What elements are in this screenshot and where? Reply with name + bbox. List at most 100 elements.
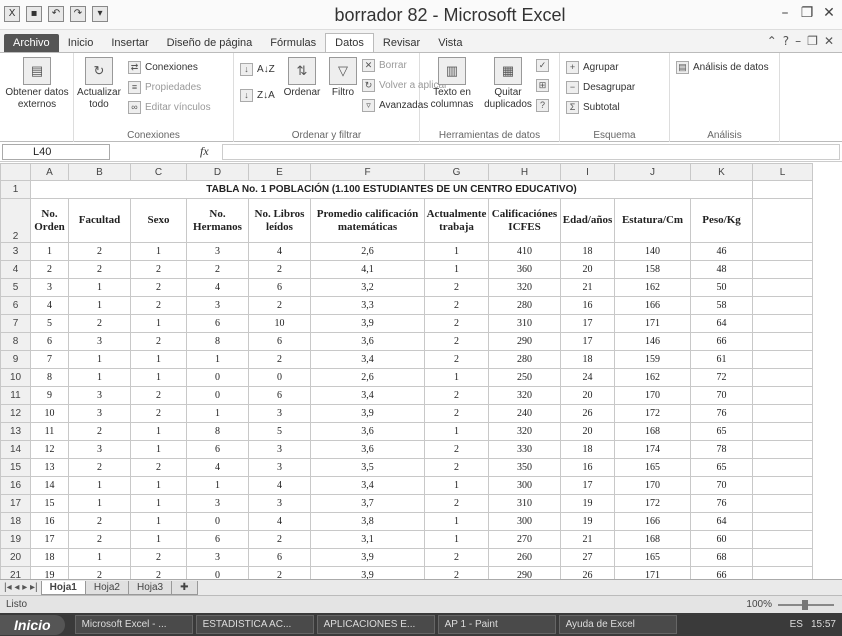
data-cell[interactable]: 65 xyxy=(690,422,753,441)
data-cell[interactable]: 174 xyxy=(614,440,691,459)
data-cell[interactable]: 2 xyxy=(68,566,131,579)
properties-button[interactable]: ≡ Propiedades xyxy=(128,81,201,94)
tab-revisar[interactable]: Revisar xyxy=(374,34,429,52)
clear-filter-button[interactable]: ✕ Borrar xyxy=(362,59,407,72)
data-cell[interactable]: 6 xyxy=(186,314,249,333)
data-cell[interactable]: 3 xyxy=(248,404,311,423)
data-cell[interactable]: 2 xyxy=(424,386,489,405)
data-cell[interactable]: 68 xyxy=(690,548,753,567)
data-cell[interactable]: 1 xyxy=(68,548,131,567)
data-cell[interactable]: 1 xyxy=(424,242,489,261)
data-cell[interactable]: 24 xyxy=(560,368,615,387)
data-cell[interactable]: 162 xyxy=(614,368,691,387)
data-cell[interactable]: 26 xyxy=(560,566,615,579)
empty-cell[interactable] xyxy=(752,278,813,297)
row-header[interactable]: 14 xyxy=(0,440,31,459)
data-cell[interactable]: 16 xyxy=(30,512,69,531)
data-cell[interactable]: 166 xyxy=(614,296,691,315)
close-workbook-icon[interactable]: ✕ xyxy=(824,34,834,48)
row-header[interactable]: 20 xyxy=(0,548,31,567)
data-cell[interactable]: 70 xyxy=(690,386,753,405)
data-cell[interactable]: 350 xyxy=(488,458,561,477)
sheet-tab-hoja1[interactable]: Hoja1 xyxy=(40,580,86,595)
data-cell[interactable]: 4 xyxy=(186,278,249,297)
column-title[interactable]: No. Orden xyxy=(30,198,69,243)
what-if-button[interactable]: ? xyxy=(536,99,549,112)
sort-desc-button[interactable]: ↓ Z↓A xyxy=(240,89,275,102)
data-cell[interactable]: 1 xyxy=(68,278,131,297)
data-cell[interactable]: 2 xyxy=(424,440,489,459)
data-cell[interactable]: 26 xyxy=(560,404,615,423)
data-cell[interactable]: 165 xyxy=(614,458,691,477)
data-cell[interactable]: 2 xyxy=(68,242,131,261)
data-cell[interactable]: 20 xyxy=(560,386,615,405)
data-cell[interactable]: 330 xyxy=(488,440,561,459)
column-header-i[interactable]: I xyxy=(560,163,615,181)
data-cell[interactable]: 2,6 xyxy=(310,242,425,261)
data-cell[interactable]: 170 xyxy=(614,386,691,405)
task-estadistica[interactable]: ESTADISTICA AC... xyxy=(195,615,314,634)
data-cell[interactable]: 5 xyxy=(248,422,311,441)
data-cell[interactable]: 3 xyxy=(68,386,131,405)
data-cell[interactable]: 48 xyxy=(690,260,753,279)
data-cell[interactable]: 1 xyxy=(424,530,489,549)
data-cell[interactable]: 2,6 xyxy=(310,368,425,387)
data-cell[interactable]: 1 xyxy=(186,476,249,495)
tab-insertar[interactable]: Insertar xyxy=(102,34,157,52)
data-validation-button[interactable]: ✓ xyxy=(536,59,549,72)
row-header[interactable]: 2 xyxy=(0,198,31,243)
sheet-nav-icons[interactable]: |◂ ◂ ▸ ▸| xyxy=(0,582,42,593)
task-excel-help[interactable]: Ayuda de Excel xyxy=(558,615,677,634)
data-cell[interactable]: 2 xyxy=(424,314,489,333)
data-cell[interactable]: 4 xyxy=(248,476,311,495)
data-cell[interactable]: 8 xyxy=(30,368,69,387)
data-cell[interactable]: 2 xyxy=(424,332,489,351)
data-cell[interactable]: 2 xyxy=(424,494,489,513)
data-cell[interactable]: 64 xyxy=(690,314,753,333)
data-cell[interactable]: 17 xyxy=(30,530,69,549)
empty-cell[interactable] xyxy=(752,548,813,567)
remove-duplicates-button[interactable]: ▦ Quitar duplicados xyxy=(482,57,534,111)
spreadsheet-table[interactable]: ABCDEFGHIJKL 1 TABLA No. 1 POBLACIÓN (1.1… xyxy=(0,163,813,579)
filter-button[interactable]: ▽ Filtro xyxy=(326,57,360,99)
data-cell[interactable]: 6 xyxy=(248,332,311,351)
row-header[interactable]: 18 xyxy=(0,512,31,531)
data-cell[interactable]: 3,9 xyxy=(310,404,425,423)
data-cell[interactable]: 21 xyxy=(560,530,615,549)
data-cell[interactable]: 410 xyxy=(488,242,561,261)
data-cell[interactable]: 3,9 xyxy=(310,566,425,579)
data-cell[interactable]: 4 xyxy=(248,242,311,261)
column-header-d[interactable]: D xyxy=(186,163,249,181)
ungroup-button[interactable]: − Desagrupar xyxy=(566,81,635,94)
data-cell[interactable]: 17 xyxy=(560,332,615,351)
column-header-a[interactable]: A xyxy=(30,163,69,181)
data-cell[interactable]: 270 xyxy=(488,530,561,549)
data-analysis-button[interactable]: ▤ Análisis de datos xyxy=(676,61,769,74)
data-cell[interactable]: 20 xyxy=(560,422,615,441)
data-cell[interactable]: 9 xyxy=(30,386,69,405)
data-cell[interactable]: 6 xyxy=(186,440,249,459)
save-icon[interactable]: ▪ xyxy=(26,6,42,22)
language-indicator[interactable]: ES xyxy=(790,619,803,630)
fx-icon[interactable]: fx xyxy=(200,144,209,159)
data-cell[interactable]: 6 xyxy=(186,530,249,549)
data-cell[interactable]: 2 xyxy=(68,422,131,441)
row-header[interactable]: 10 xyxy=(0,368,31,387)
tab-formulas[interactable]: Fórmulas xyxy=(261,34,325,52)
data-cell[interactable]: 3,6 xyxy=(310,332,425,351)
data-cell[interactable]: 2 xyxy=(130,548,187,567)
data-cell[interactable]: 50 xyxy=(690,278,753,297)
data-cell[interactable]: 320 xyxy=(488,386,561,405)
data-cell[interactable]: 2 xyxy=(424,350,489,369)
group-button[interactable]: + Agrupar xyxy=(566,61,619,74)
data-cell[interactable]: 168 xyxy=(614,422,691,441)
data-cell[interactable]: 146 xyxy=(614,332,691,351)
data-cell[interactable]: 3 xyxy=(186,548,249,567)
data-cell[interactable]: 1 xyxy=(424,368,489,387)
data-cell[interactable]: 2 xyxy=(424,566,489,579)
data-cell[interactable]: 10 xyxy=(30,404,69,423)
data-cell[interactable]: 280 xyxy=(488,296,561,315)
data-cell[interactable]: 2 xyxy=(424,458,489,477)
data-cell[interactable]: 162 xyxy=(614,278,691,297)
data-cell[interactable]: 3 xyxy=(68,404,131,423)
